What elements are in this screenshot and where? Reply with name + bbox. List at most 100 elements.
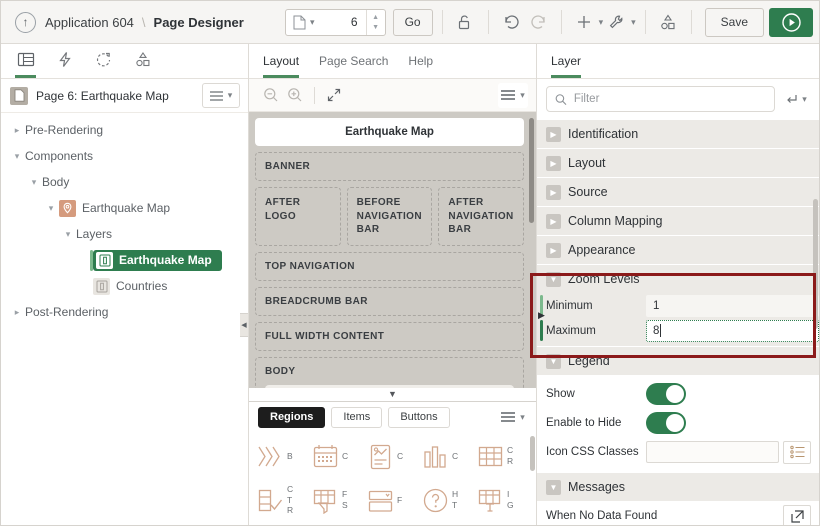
chevron-right-icon[interactable]: ▶: [546, 155, 561, 171]
gallery-item[interactable]: C: [367, 435, 420, 477]
layout-region-body[interactable]: BODY: [255, 356, 524, 388]
tree-item[interactable]: ▾ Earthquake Map: [1, 195, 248, 221]
layout-expand-caret[interactable]: ▼: [249, 388, 536, 401]
collapse-left-icon[interactable]: ◀: [240, 313, 248, 337]
add-icon[interactable]: [571, 9, 598, 36]
gallery-item[interactable]: IG: [477, 479, 530, 521]
processing-tab[interactable]: [89, 44, 118, 78]
page-selector[interactable]: ▾ 6 ▲ ▼: [285, 8, 386, 36]
chevron-down-icon[interactable]: ▾: [60, 229, 76, 240]
gallery-tab-regions[interactable]: Regions: [258, 406, 326, 428]
tab-page-search[interactable]: Page Search: [319, 44, 388, 78]
page-menu-button[interactable]: ▾: [202, 83, 240, 108]
layout-scrollbar[interactable]: [529, 118, 534, 223]
layout-region-after-nav-bar[interactable]: AFTER NAVIGATION BAR: [438, 187, 525, 246]
expand-icon[interactable]: [322, 83, 346, 107]
tree-item[interactable]: ▾ Layers: [1, 221, 248, 247]
legend-icon-css-classes-input[interactable]: [646, 441, 779, 463]
center-panel: Layout Page Search Help ▾ Earthquake Map…: [249, 44, 537, 525]
chevron-down-icon[interactable]: ▾: [631, 17, 636, 28]
chevron-down-icon[interactable]: ▼: [546, 353, 561, 369]
gallery-tab-items[interactable]: Items: [331, 406, 383, 428]
shared-components-tab[interactable]: [128, 44, 157, 78]
expand-editor-icon[interactable]: [783, 504, 811, 525]
property-group-source[interactable]: ▶ Source: [537, 177, 819, 206]
list-picker-icon[interactable]: [783, 440, 811, 464]
go-button[interactable]: Go: [392, 8, 433, 36]
undo-icon[interactable]: [498, 9, 525, 36]
dynamic-actions-tab[interactable]: [50, 44, 79, 78]
layout-region-before-nav-bar[interactable]: BEFORE NAVIGATION BAR: [346, 187, 433, 246]
layout-region-banner[interactable]: BANNER: [255, 152, 524, 181]
tab-layout[interactable]: Layout: [263, 44, 300, 78]
chevron-right-icon[interactable]: ▶: [546, 126, 561, 142]
tree-item-selected[interactable]: Earthquake Map: [1, 247, 248, 273]
chevron-right-icon[interactable]: ▶: [546, 213, 561, 229]
zoom-out-icon[interactable]: [259, 83, 283, 107]
gallery-item[interactable]: C: [312, 435, 365, 477]
layout-region-top-navigation[interactable]: TOP NAVIGATION: [255, 251, 524, 281]
run-button[interactable]: [769, 7, 813, 37]
chevron-down-icon[interactable]: ▼: [546, 271, 561, 287]
property-group-legend[interactable]: ▼ Legend: [537, 346, 819, 375]
utilities-button[interactable]: ▾: [603, 9, 636, 36]
page-number-value[interactable]: 6: [320, 15, 366, 29]
legend-enable-to-hide-toggle[interactable]: [646, 411, 686, 434]
gallery-item[interactable]: FS: [312, 479, 365, 521]
legend-show-toggle[interactable]: [646, 382, 686, 405]
unlock-icon[interactable]: [452, 9, 479, 36]
chevron-right-icon[interactable]: ▶: [546, 184, 561, 200]
tree-item[interactable]: ▾ Components: [1, 143, 248, 169]
gallery-item[interactable]: CR: [477, 435, 530, 477]
save-button[interactable]: Save: [704, 7, 764, 37]
chevron-down-icon[interactable]: ▾: [43, 203, 59, 214]
chevron-down-icon[interactable]: ▾: [309, 17, 320, 28]
filter-box[interactable]: [546, 86, 775, 112]
layout-region-breadcrumb-bar[interactable]: BREADCRUMB BAR: [255, 286, 524, 316]
zoom-in-icon[interactable]: [283, 83, 307, 107]
gallery-item[interactable]: B: [257, 435, 310, 477]
gallery-item[interactable]: CTR: [257, 479, 310, 521]
application-name[interactable]: Application 604: [45, 15, 134, 30]
up-arrow-icon[interactable]: ↑: [15, 11, 36, 33]
gallery-item[interactable]: F: [367, 479, 420, 521]
property-group-zoom-levels[interactable]: ▼ Zoom Levels: [537, 264, 819, 293]
chevron-down-icon[interactable]: ▾: [9, 151, 25, 162]
add-button[interactable]: ▾: [571, 9, 603, 36]
gallery-menu-button[interactable]: ▾: [498, 404, 528, 430]
filter-input[interactable]: [573, 93, 766, 105]
tree-item[interactable]: ▸ Post-Rendering: [1, 299, 248, 325]
chevron-down-icon[interactable]: ▾: [26, 177, 42, 188]
gallery-item[interactable]: HT: [422, 479, 475, 521]
chevron-right-icon[interactable]: ▶: [546, 242, 561, 258]
tab-help[interactable]: Help: [408, 44, 433, 78]
chevron-right-icon[interactable]: ▸: [9, 125, 25, 136]
layout-menu-button[interactable]: ▾: [498, 82, 528, 108]
tree-item[interactable]: Countries: [1, 273, 248, 299]
utilities-wrench-icon[interactable]: [603, 9, 630, 36]
page-spinner[interactable]: ▲ ▼: [365, 9, 385, 35]
gallery-item[interactable]: C: [422, 435, 475, 477]
chevron-down-icon[interactable]: ▼: [546, 479, 561, 495]
shapes-icon[interactable]: [655, 9, 682, 36]
property-group-layout[interactable]: ▶ Layout: [537, 148, 819, 177]
zoom-maximum-input[interactable]: 8: [646, 319, 819, 342]
property-group-column-mapping[interactable]: ▶ Column Mapping: [537, 206, 819, 235]
property-group-appearance[interactable]: ▶ Appearance: [537, 235, 819, 264]
redo-icon[interactable]: [525, 9, 552, 36]
chevron-right-icon[interactable]: ▸: [9, 307, 25, 318]
property-group-messages[interactable]: ▼ Messages: [537, 472, 819, 501]
tree-item[interactable]: ▾ Body: [1, 169, 248, 195]
zoom-minimum-input[interactable]: 1: [646, 294, 819, 317]
rendering-tab[interactable]: [11, 44, 40, 78]
property-group-identification[interactable]: ▶ Identification: [537, 119, 819, 148]
gallery-tab-buttons[interactable]: Buttons: [388, 406, 450, 428]
tree-item[interactable]: ▸ Pre-Rendering: [1, 117, 248, 143]
tab-layer[interactable]: Layer: [551, 44, 582, 78]
gallery-scrollbar[interactable]: [530, 436, 535, 471]
layout-region-after-logo[interactable]: AFTER LOGO: [255, 187, 341, 246]
filter-options-button[interactable]: ▾: [781, 86, 811, 112]
properties-scrollbar[interactable]: [813, 199, 818, 329]
gallery-item-label: CTR: [287, 484, 294, 516]
layout-region-full-width-content[interactable]: FULL WIDTH CONTENT: [255, 321, 524, 351]
